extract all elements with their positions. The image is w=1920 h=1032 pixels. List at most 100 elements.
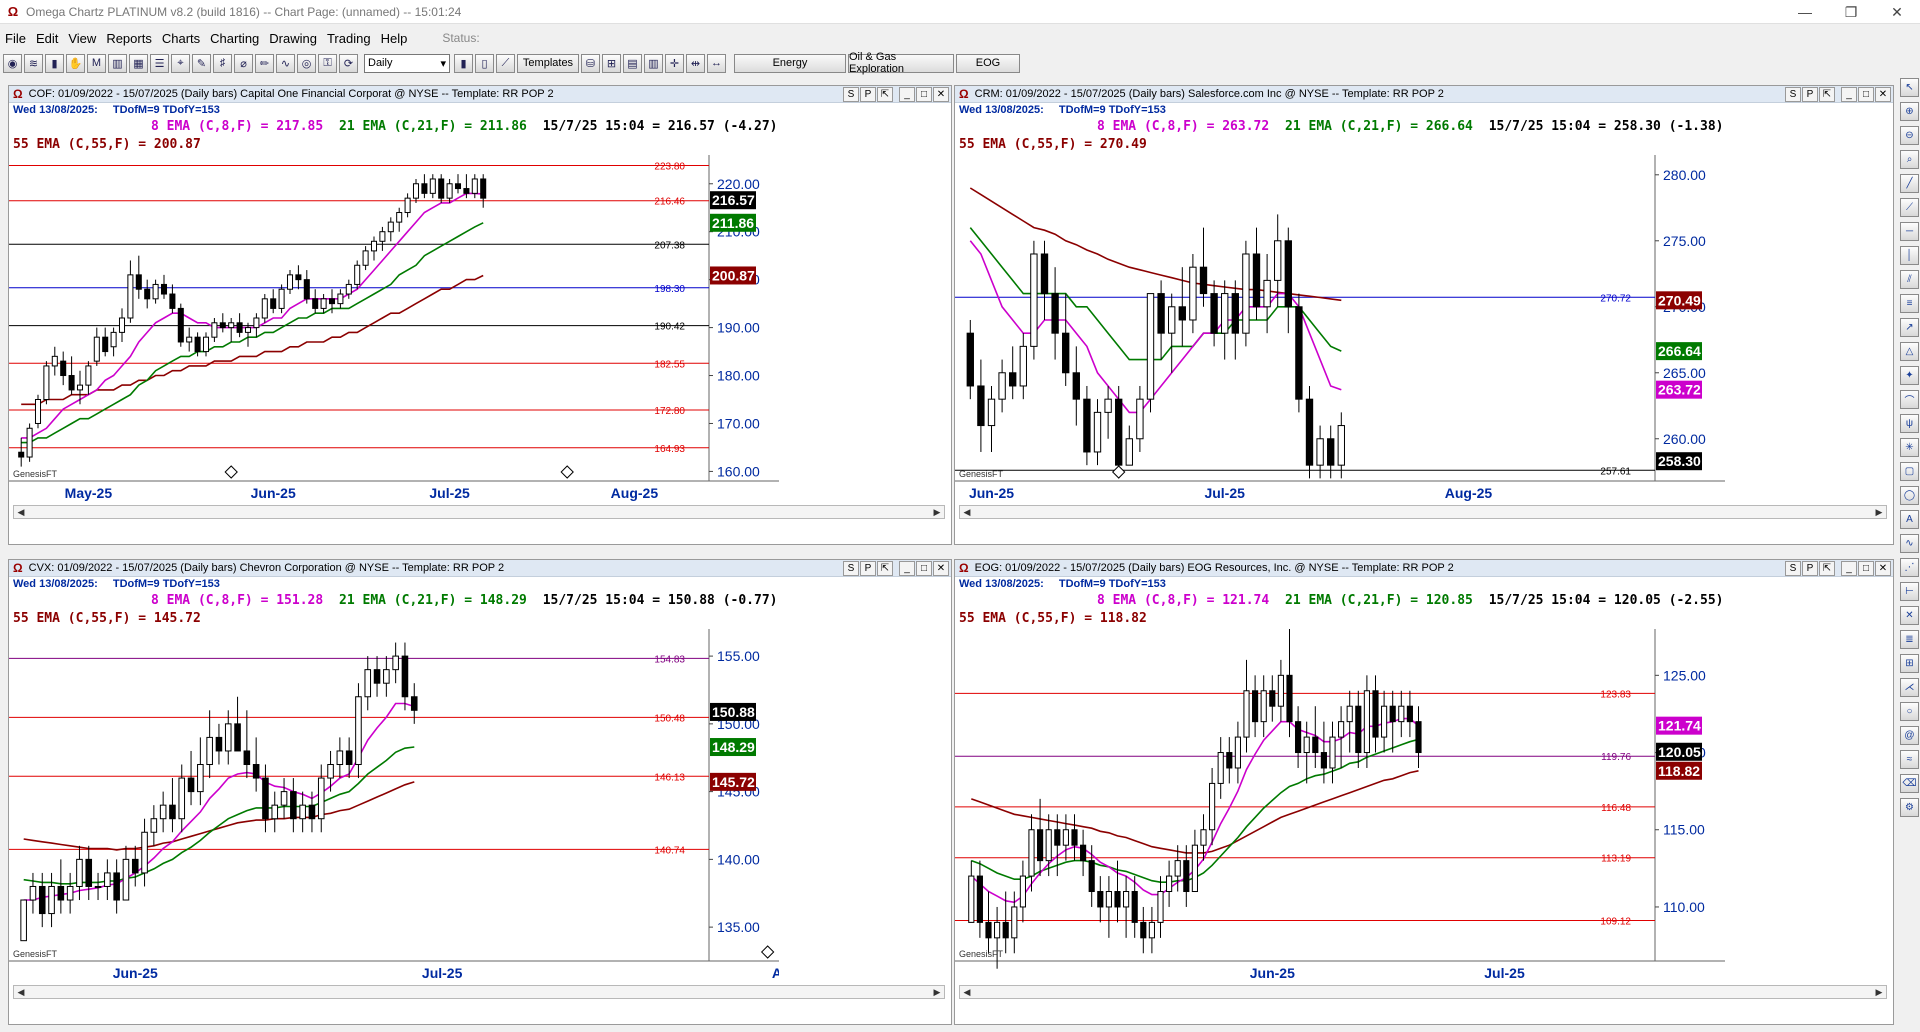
close-icon[interactable]: ✕: [1875, 87, 1891, 102]
columns-icon[interactable]: ▥: [644, 53, 663, 73]
network-icon[interactable]: ⛁: [581, 53, 600, 73]
restore-icon[interactable]: ❐: [1828, 0, 1874, 24]
ruler-icon[interactable]: ⊢: [1900, 582, 1919, 601]
scroll-right-icon[interactable]: ▶: [930, 506, 944, 518]
period-button[interactable]: P: [1802, 87, 1818, 102]
move-icon[interactable]: ⇹: [686, 53, 705, 73]
settings-icon[interactable]: ⚙: [1900, 798, 1919, 817]
popout-icon[interactable]: ⇱: [1819, 87, 1835, 102]
cross-icon[interactable]: ✕: [1900, 606, 1919, 625]
marker-icon[interactable]: ✦: [1900, 366, 1919, 385]
close-icon[interactable]: ✕: [1874, 0, 1920, 24]
trendline-icon[interactable]: ╱: [1900, 174, 1919, 193]
triangle-icon[interactable]: △: [1900, 342, 1919, 361]
scroll-right-icon[interactable]: ▶: [1872, 986, 1886, 998]
popout-icon[interactable]: ⇱: [877, 87, 893, 102]
arrow-up-icon[interactable]: ↗: [1900, 318, 1919, 337]
pane-title-bar[interactable]: Ω EOG: 01/09/2022 - 15/07/2025 (Daily ba…: [955, 560, 1893, 577]
close-icon[interactable]: ✕: [933, 87, 949, 102]
erase-icon[interactable]: ⌫: [1900, 774, 1919, 793]
price-chart[interactable]: 135.00140.00145.00150.00155.00154.83150.…: [9, 629, 779, 983]
chart-pane-eog[interactable]: Ω EOG: 01/09/2022 - 15/07/2025 (Daily ba…: [954, 559, 1894, 1025]
period-select[interactable]: Daily ▾: [364, 53, 450, 73]
minimize-icon[interactable]: _: [1841, 87, 1857, 102]
hline-icon[interactable]: ─: [1900, 222, 1919, 241]
chart-m-icon[interactable]: M: [87, 53, 106, 73]
chart-pane-cof[interactable]: Ω COF: 01/09/2022 - 15/07/2025 (Daily ba…: [8, 85, 952, 545]
square-icon[interactable]: ▢: [1900, 462, 1919, 481]
scroll-left-icon[interactable]: ◀: [14, 506, 28, 518]
minimize-icon[interactable]: _: [899, 87, 915, 102]
time-scrollbar[interactable]: ◀ ▶: [13, 505, 945, 519]
scroll-left-icon[interactable]: ◀: [960, 506, 974, 518]
table-icon[interactable]: ▤: [623, 53, 642, 73]
symbol-button[interactable]: S: [843, 561, 859, 576]
wave-tool-icon[interactable]: ≈: [1900, 750, 1919, 769]
popout-icon[interactable]: ⇱: [1819, 561, 1835, 576]
grid-icon[interactable]: ▦: [129, 53, 148, 73]
magnifier-icon[interactable]: ⌕: [1900, 150, 1919, 169]
symbol-button[interactable]: S: [843, 87, 859, 102]
speed-lines-icon[interactable]: ⋰: [1900, 558, 1919, 577]
zoom-out-icon[interactable]: ⊖: [1900, 126, 1919, 145]
crosshair-icon[interactable]: ⌖: [171, 53, 190, 73]
tab-oil-gas[interactable]: Oil & Gas Exploration: [848, 51, 954, 75]
symbol-button[interactable]: S: [1785, 561, 1801, 576]
pen-icon[interactable]: ✎: [192, 53, 211, 73]
menu-reports[interactable]: Reports: [101, 31, 157, 46]
timeline-icon[interactable]: ⊞: [602, 53, 621, 73]
ray-icon[interactable]: ⟋: [1900, 198, 1919, 217]
fib-icon[interactable]: ≡: [1900, 294, 1919, 313]
tab-energy[interactable]: Energy: [734, 53, 846, 73]
menu-charts[interactable]: Charts: [157, 31, 205, 46]
list-icon[interactable]: ☰: [150, 53, 169, 73]
maximize-icon[interactable]: □: [916, 87, 932, 102]
scroll-right-icon[interactable]: ▶: [1872, 506, 1886, 518]
price-chart[interactable]: 260.00265.00270.00275.00280.00270.72257.…: [955, 155, 1725, 503]
ladder-icon[interactable]: ♯: [213, 53, 232, 73]
tab-eog[interactable]: EOG: [956, 53, 1020, 73]
signal-icon[interactable]: ≋: [24, 53, 43, 73]
bar-chart-icon[interactable]: ▮: [454, 53, 473, 73]
pencil-icon[interactable]: ✏: [255, 53, 274, 73]
scroll-left-icon[interactable]: ◀: [960, 986, 974, 998]
menu-drawing[interactable]: Drawing: [264, 31, 322, 46]
channel-icon[interactable]: ⫽: [1900, 270, 1919, 289]
zoom-in-icon[interactable]: ⊕: [1900, 102, 1919, 121]
scroll-right-icon[interactable]: ▶: [930, 986, 944, 998]
layers-icon[interactable]: ≣: [1900, 630, 1919, 649]
menu-edit[interactable]: Edit: [31, 31, 63, 46]
menu-trading[interactable]: Trading: [322, 31, 376, 46]
candle-chart-icon[interactable]: ▯: [475, 53, 494, 73]
pane-title-bar[interactable]: Ω COF: 01/09/2022 - 15/07/2025 (Daily ba…: [9, 86, 951, 103]
symbol-button[interactable]: S: [1785, 87, 1801, 102]
menu-charting[interactable]: Charting: [205, 31, 264, 46]
time-scrollbar[interactable]: ◀ ▶: [959, 985, 1887, 999]
chart-pane-cvx[interactable]: Ω CVX: 01/09/2022 - 15/07/2025 (Daily ba…: [8, 559, 952, 1025]
crosshair2-icon[interactable]: ✛: [665, 53, 684, 73]
target-icon[interactable]: ◎: [297, 53, 316, 73]
maximize-icon[interactable]: □: [1858, 561, 1874, 576]
time-scrollbar[interactable]: ◀ ▶: [13, 985, 945, 999]
pitchfork-icon[interactable]: ψ: [1900, 414, 1919, 433]
close-icon[interactable]: ✕: [1875, 561, 1891, 576]
price-chart[interactable]: 110.00115.00120.00125.00123.83119.76116.…: [955, 629, 1725, 983]
maximize-icon[interactable]: □: [916, 561, 932, 576]
line-chart-icon[interactable]: ⟋: [496, 53, 515, 73]
globe-icon[interactable]: ◉: [3, 53, 22, 73]
period-button[interactable]: P: [1802, 561, 1818, 576]
fan-icon[interactable]: ⋌: [1900, 678, 1919, 697]
lock-icon[interactable]: ⚿: [318, 53, 337, 73]
period-button[interactable]: P: [860, 561, 876, 576]
gann-icon[interactable]: ✳: [1900, 438, 1919, 457]
time-scrollbar[interactable]: ◀ ▶: [959, 505, 1887, 519]
period-button[interactable]: P: [860, 87, 876, 102]
traffic-light-icon[interactable]: ▮: [45, 53, 64, 73]
wave-icon[interactable]: ∿: [276, 53, 295, 73]
circle-icon[interactable]: ○: [1900, 702, 1919, 721]
scroll-left-icon[interactable]: ◀: [14, 986, 28, 998]
minimize-icon[interactable]: _: [899, 561, 915, 576]
menu-view[interactable]: View: [63, 31, 101, 46]
cycles-icon[interactable]: ∿: [1900, 534, 1919, 553]
maximize-icon[interactable]: □: [1858, 87, 1874, 102]
